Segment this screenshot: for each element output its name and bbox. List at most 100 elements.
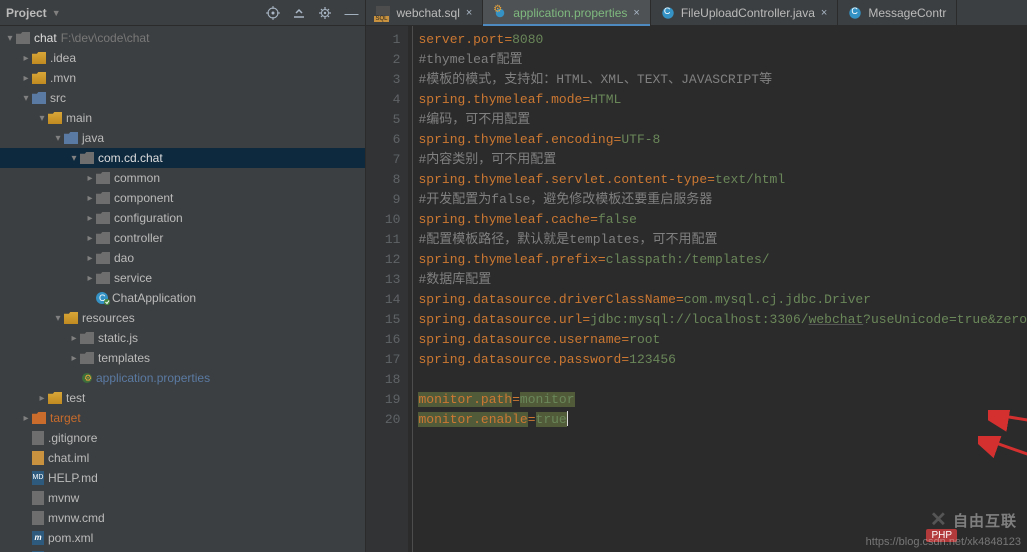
tree-item[interactable]: component: [0, 188, 365, 208]
tree-item[interactable]: controller: [0, 228, 365, 248]
tree-label: chat.iml: [48, 451, 89, 465]
code-content[interactable]: server.port=8080#thymeleaf配置#模板的模式，支持如：H…: [408, 26, 1027, 552]
tree-label: java: [82, 131, 104, 145]
tree-label: controller: [114, 231, 163, 245]
chevron-right-icon[interactable]: [68, 333, 80, 344]
chevron-right-icon[interactable]: [84, 253, 96, 264]
code-line[interactable]: #编码，可不用配置: [408, 110, 1027, 130]
hide-icon[interactable]: —: [343, 5, 359, 21]
tree-item[interactable]: mvnw.cmd: [0, 508, 365, 528]
tree-item[interactable]: CChatApplication: [0, 288, 365, 308]
tree-item[interactable]: mvnw: [0, 488, 365, 508]
tree-label: configuration: [114, 211, 183, 225]
code-line[interactable]: spring.datasource.password=123456: [408, 350, 1027, 370]
code-line[interactable]: #内容类别，可不用配置: [408, 150, 1027, 170]
target-icon: [32, 412, 46, 424]
tab-label: webchat.sql: [396, 6, 459, 20]
code-line[interactable]: spring.thymeleaf.cache=false: [408, 210, 1027, 230]
code-line[interactable]: spring.thymeleaf.mode=HTML: [408, 90, 1027, 110]
tree-item[interactable]: test: [0, 388, 365, 408]
code-line[interactable]: spring.datasource.url=jdbc:mysql://local…: [408, 310, 1027, 330]
tree-item[interactable]: mpom.xml: [0, 528, 365, 548]
tree-item[interactable]: service: [0, 268, 365, 288]
tree-item[interactable]: common: [0, 168, 365, 188]
tree-label: chat: [34, 31, 57, 45]
chevron-right-icon[interactable]: [20, 413, 32, 424]
code-line[interactable]: #配置模板路径，默认就是templates，可不用配置: [408, 230, 1027, 250]
chevron-down-icon[interactable]: [68, 153, 80, 164]
tree-item[interactable]: dao: [0, 248, 365, 268]
code-editor[interactable]: 1234567891011121314151617181920 server.p…: [366, 26, 1027, 552]
chevron-right-icon[interactable]: [36, 393, 48, 404]
code-line[interactable]: #数据库配置: [408, 270, 1027, 290]
tree-label: target: [50, 411, 81, 425]
tree-item[interactable]: chat.iml: [0, 448, 365, 468]
chevron-right-icon[interactable]: [68, 353, 80, 364]
chevron-down-icon[interactable]: [52, 313, 64, 324]
tree-item[interactable]: src: [0, 88, 365, 108]
chevron-right-icon[interactable]: [84, 173, 96, 184]
close-icon[interactable]: ×: [633, 7, 639, 19]
chevron-down-icon[interactable]: [36, 113, 48, 124]
package-icon: [80, 352, 94, 364]
code-line[interactable]: spring.datasource.username=root: [408, 330, 1027, 350]
watermark-url: https://blog.csdn.net/xk4848123: [866, 536, 1021, 548]
tree-item[interactable]: configuration: [0, 208, 365, 228]
locate-icon[interactable]: [265, 5, 281, 21]
chevron-right-icon[interactable]: [20, 73, 32, 84]
tree-item[interactable]: .idea: [0, 48, 365, 68]
tree-label: mvnw.cmd: [48, 511, 105, 525]
tree-label: mvnw: [48, 491, 79, 505]
code-line[interactable]: spring.thymeleaf.encoding=UTF-8: [408, 130, 1027, 150]
gear-icon[interactable]: [317, 5, 333, 21]
tree-item-selected[interactable]: com.cd.chat: [0, 148, 365, 168]
line-gutter: 1234567891011121314151617181920: [366, 26, 408, 552]
tab-fileupload[interactable]: FileUploadController.java ×: [651, 0, 839, 25]
tab-message[interactable]: MessageContr: [838, 0, 957, 25]
package-icon: [80, 152, 94, 164]
tree-item[interactable]: java: [0, 128, 365, 148]
code-line[interactable]: spring.thymeleaf.servlet.content-type=te…: [408, 170, 1027, 190]
tree-root[interactable]: chat F:\dev\code\chat: [0, 28, 365, 48]
md-icon: MD: [32, 471, 44, 485]
tab-application-properties[interactable]: application.properties ×: [483, 0, 651, 25]
tree-item[interactable]: resources: [0, 308, 365, 328]
tree-item[interactable]: templates: [0, 348, 365, 368]
project-tree[interactable]: chat F:\dev\code\chat .idea .mvn src mai…: [0, 26, 365, 552]
code-line[interactable]: #thymeleaf配置: [408, 50, 1027, 70]
folder-icon: [32, 72, 46, 84]
code-line[interactable]: spring.thymeleaf.prefix=classpath:/templ…: [408, 250, 1027, 270]
chevron-down-icon[interactable]: [52, 133, 64, 144]
tab-label: MessageContr: [868, 6, 946, 20]
class-icon: C: [96, 291, 108, 305]
chevron-right-icon[interactable]: [84, 273, 96, 284]
code-line[interactable]: #模板的模式，支持如：HTML、XML、TEXT、JAVASCRIPT等: [408, 70, 1027, 90]
tree-item[interactable]: ⚙application.properties: [0, 368, 365, 388]
tree-label: static.js: [98, 331, 138, 345]
tree-item[interactable]: .gitignore: [0, 428, 365, 448]
code-line[interactable]: monitor.path=monitor: [408, 390, 1027, 410]
close-icon[interactable]: ×: [466, 7, 472, 19]
code-line[interactable]: [408, 370, 1027, 390]
chevron-down-icon[interactable]: [4, 33, 16, 44]
tree-item[interactable]: MDREADME.md: [0, 548, 365, 552]
project-selector[interactable]: Project ▼: [6, 6, 61, 20]
tree-item[interactable]: MDHELP.md: [0, 468, 365, 488]
chevron-right-icon[interactable]: [84, 193, 96, 204]
tree-item[interactable]: main: [0, 108, 365, 128]
tree-item[interactable]: target: [0, 408, 365, 428]
tree-item[interactable]: static.js: [0, 328, 365, 348]
tree-item[interactable]: .mvn: [0, 68, 365, 88]
chevron-right-icon[interactable]: [84, 213, 96, 224]
tab-webchat-sql[interactable]: SQL webchat.sql ×: [366, 0, 483, 25]
chevron-right-icon[interactable]: [20, 53, 32, 64]
chevron-down-icon[interactable]: [20, 93, 32, 104]
close-icon[interactable]: ×: [821, 7, 827, 19]
collapse-icon[interactable]: [291, 5, 307, 21]
chevron-right-icon[interactable]: [84, 233, 96, 244]
code-line[interactable]: monitor.enable=true: [408, 410, 1027, 430]
code-line[interactable]: spring.datasource.driverClassName=com.my…: [408, 290, 1027, 310]
code-line[interactable]: server.port=8080: [408, 30, 1027, 50]
tree-label: test: [66, 391, 85, 405]
code-line[interactable]: #开发配置为false，避免修改模板还要重启服务器: [408, 190, 1027, 210]
